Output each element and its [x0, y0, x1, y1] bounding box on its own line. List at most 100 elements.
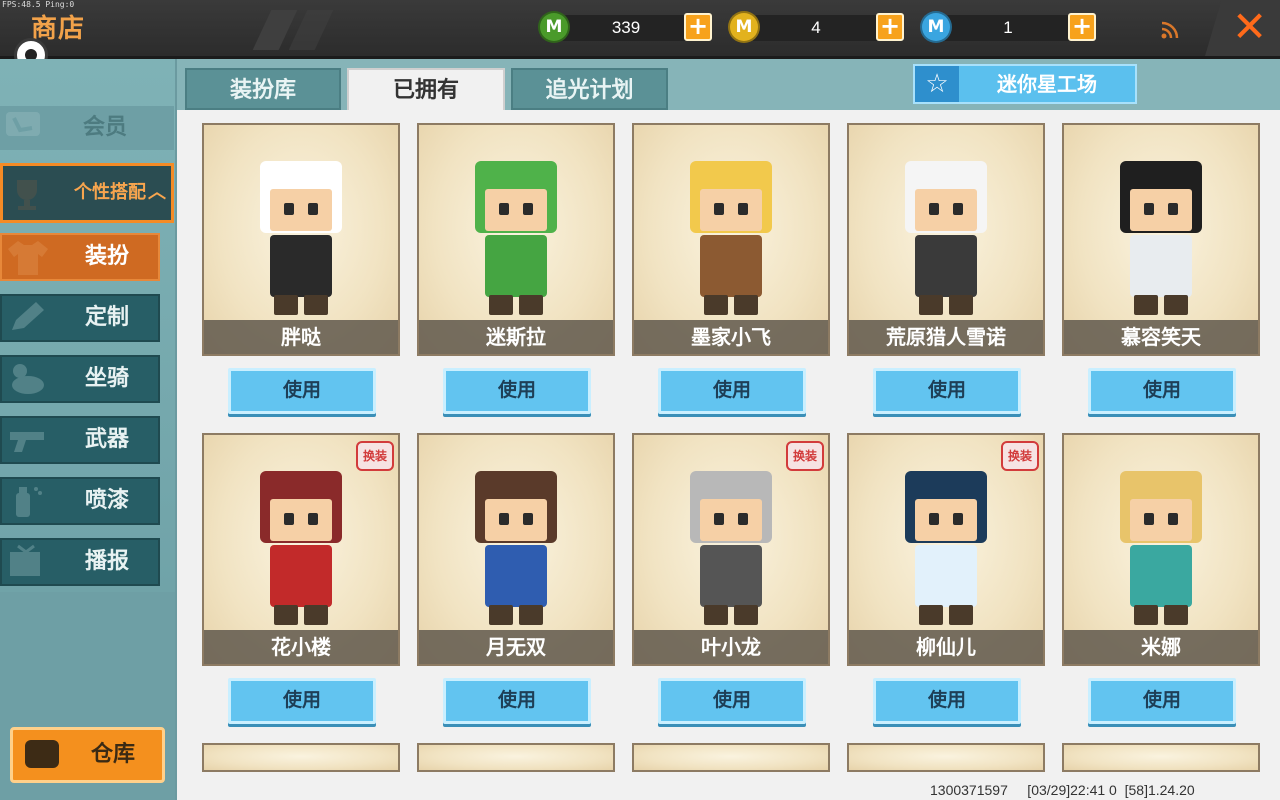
outfit-card[interactable]: 换装 柳仙儿 [847, 433, 1045, 666]
character-figure [1106, 459, 1216, 629]
character-leg [1134, 605, 1158, 625]
mini-workshop-button[interactable]: ☆ 迷你星工场 [913, 64, 1137, 104]
tab-owned[interactable]: 已拥有 [347, 68, 505, 112]
outfit-card[interactable] [847, 743, 1045, 772]
use-button[interactable]: 使用 [1088, 678, 1236, 724]
add-blue-coin-button[interactable]: + [1068, 13, 1096, 41]
character-face [485, 499, 547, 541]
outfit-name: 月无双 [486, 635, 546, 659]
outfit-card[interactable] [202, 743, 400, 772]
use-button[interactable]: 使用 [443, 678, 591, 724]
warehouse-label: 仓库 [90, 742, 135, 767]
character-eye [1144, 513, 1154, 525]
character-leg [919, 295, 943, 315]
character-face [915, 499, 977, 541]
pencil-icon [6, 298, 60, 338]
character-leg [919, 605, 943, 625]
sidebar-item-custom[interactable]: 定制 [0, 294, 160, 342]
mount-icon [6, 359, 60, 399]
sidebar-item-personal[interactable]: 个性搭配 ︿ [0, 163, 174, 223]
decor-stripe [288, 10, 334, 50]
character-eye [499, 203, 509, 215]
sidebar-item-label: 装扮 [84, 244, 129, 269]
outfit-card[interactable]: 换装花小楼 [202, 433, 400, 666]
character-eye [284, 513, 294, 525]
star-icon: ☆ [915, 66, 959, 102]
use-button[interactable]: 使用 [1088, 368, 1236, 414]
character-eye [1168, 203, 1178, 215]
outfit-card[interactable]: 荒原猎人雪诺 [847, 123, 1045, 356]
outfit-card[interactable]: 墨家小飞 [632, 123, 830, 356]
outfit-card[interactable] [1062, 743, 1260, 772]
tab-chase-light[interactable]: 追光计划 [511, 68, 668, 110]
footer-info: 1300371597 [03/29]22:41 0 [58]1.24.20 [930, 782, 1195, 798]
character-leg [949, 605, 973, 625]
signal-icon [1160, 20, 1180, 40]
sidebar-item-outfit[interactable]: 装扮 [0, 233, 160, 281]
sidebar-item-member[interactable]: 会员 [0, 106, 174, 150]
character-leg [949, 295, 973, 315]
use-button[interactable]: 使用 [228, 678, 376, 724]
currency-value: 339 [611, 18, 641, 37]
character-outfit [1130, 545, 1192, 607]
outfit-card[interactable]: 换装 叶小龙 [632, 433, 830, 666]
warehouse-button[interactable]: 仓库 [10, 727, 165, 783]
outfit-card[interactable]: 月无双 [417, 433, 615, 666]
use-button[interactable]: 使用 [228, 368, 376, 414]
character-figure [676, 459, 786, 629]
outfit-card[interactable]: 迷斯拉 [417, 123, 615, 356]
use-button[interactable]: 使用 [873, 368, 1021, 414]
close-icon[interactable]: ✕ [1232, 2, 1267, 51]
sidebar-item-weapon[interactable]: 武器 [0, 416, 160, 464]
character-leg [1164, 605, 1188, 625]
use-button[interactable]: 使用 [658, 368, 806, 414]
outfit-name: 慕容笑天 [1121, 325, 1201, 349]
character-leg [304, 605, 328, 625]
outfit-card[interactable] [417, 743, 615, 772]
tab-wardrobe[interactable]: 装扮库 [185, 68, 341, 110]
character-eye [523, 203, 533, 215]
character-eye [953, 513, 963, 525]
character-leg [704, 605, 728, 625]
sidebar-item-mount[interactable]: 坐骑 [0, 355, 160, 403]
sidebar-item-broadcast[interactable]: 播报 [0, 538, 160, 586]
sidebar-item-label: 定制 [84, 305, 129, 330]
mini-workshop-label: 迷你星工场 [997, 72, 1097, 96]
currency-blue: M 1 + [920, 11, 1100, 43]
chevron-up-icon: ︿ [148, 182, 166, 203]
character-eye [1168, 513, 1178, 525]
swap-outfit-badge: 换装 [786, 441, 824, 471]
character-outfit [915, 235, 977, 297]
swap-outfit-badge: 换装 [356, 441, 394, 471]
add-gold-coin-button[interactable]: + [876, 13, 904, 41]
sidebar-item-spray[interactable]: 喷漆 [0, 477, 160, 525]
character-outfit [270, 235, 332, 297]
shirt-icon [6, 237, 60, 277]
outfit-card[interactable]: 慕容笑天 [1062, 123, 1260, 356]
character-outfit [915, 545, 977, 607]
outfit-name: 荒原猎人雪诺 [886, 325, 1006, 349]
top-bar: FPS:48.5 Ping:0 商店 M 339 + M 4 + M 1 + ✕ [0, 0, 1280, 59]
add-green-gem-button[interactable]: + [684, 13, 712, 41]
character-eye [1144, 203, 1154, 215]
character-eye [308, 513, 318, 525]
character-leg [274, 295, 298, 315]
character-outfit [485, 235, 547, 297]
use-button[interactable]: 使用 [873, 678, 1021, 724]
use-button[interactable]: 使用 [658, 678, 806, 724]
character-face [1130, 499, 1192, 541]
outfit-card[interactable]: 米娜 [1062, 433, 1260, 666]
character-figure [891, 459, 1001, 629]
character-face [700, 499, 762, 541]
currency-green: M 339 + [538, 11, 718, 43]
character-leg [1134, 295, 1158, 315]
outfit-card[interactable]: 胖哒 [202, 123, 400, 356]
character-face [700, 189, 762, 231]
character-leg [519, 295, 543, 315]
outfit-name: 花小楼 [271, 635, 331, 659]
character-leg [304, 295, 328, 315]
outfit-card[interactable] [632, 743, 830, 772]
use-button[interactable]: 使用 [443, 368, 591, 414]
trophy-icon [7, 174, 61, 214]
character-figure [246, 149, 356, 319]
